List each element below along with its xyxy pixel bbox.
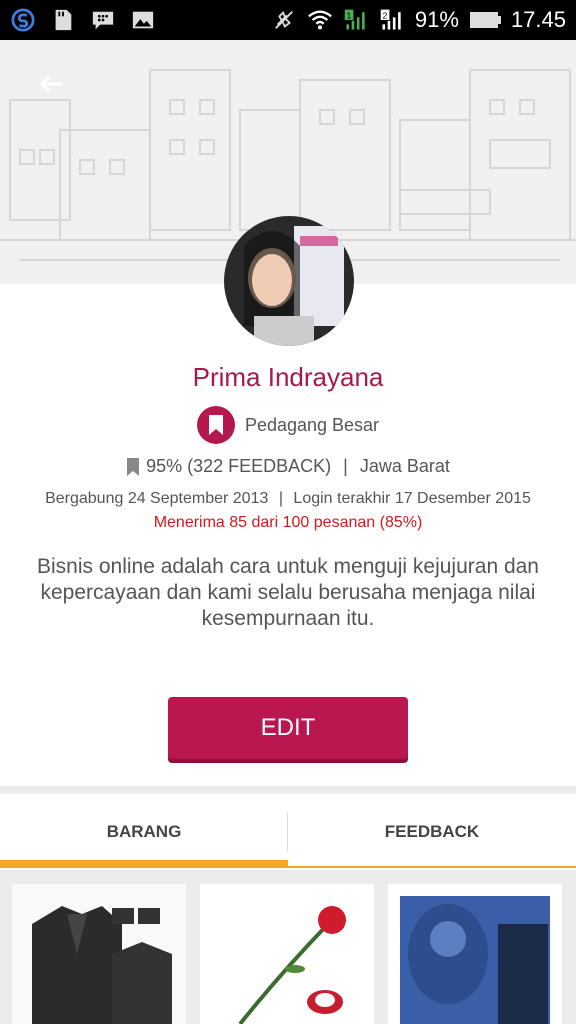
svg-text:1: 1 [346,10,351,20]
bbm-icon [92,11,114,30]
joined-date: Bergabung 24 September 2013 [45,490,269,507]
feedback-region-row: 95% (322 FEEDBACK) | Jawa Barat [0,456,576,477]
gallery-icon [132,11,154,29]
tab-bar: BARANG FEEDBACK [0,794,576,870]
product-image-rose [200,884,374,1024]
separator: | [343,456,348,476]
edit-button[interactable]: EDIT [168,697,408,759]
wifi-icon [308,10,332,30]
product-grid [0,876,576,1024]
mute-icon [274,10,293,29]
tab-barang[interactable]: BARANG [0,794,288,870]
battery-percent: 91% [414,7,459,32]
separator: | [278,490,283,507]
bookmark-icon [127,457,140,476]
product-card[interactable] [200,884,374,1024]
product-card[interactable] [388,884,562,1024]
avatar [224,216,354,346]
seller-level-label: Pedagang Besar [244,414,380,435]
signal-sim1-icon: 1 [344,9,365,30]
product-image-tshirt [388,884,562,1024]
feedback-score: 95% (322 FEEDBACK) [146,456,332,476]
clock: 17.45 [510,7,566,32]
sd-card-icon [55,9,72,31]
product-image-jacket [12,884,186,1024]
seller-level: Pedagang Besar [0,406,576,444]
signal-sim2-icon: 2 [380,9,401,30]
active-tab-indicator [0,860,288,868]
s-app-icon [11,8,35,32]
bookmark-badge-icon [196,406,235,444]
tab-underline [288,866,576,868]
profile-bio: Bisnis online adalah cara untuk menguji … [37,555,539,630]
back-arrow-icon[interactable] [32,64,72,104]
svg-text:2: 2 [382,10,387,20]
battery-icon [469,12,501,28]
last-login: Login terakhir 17 Desember 2015 [293,490,531,507]
order-acceptance: Menerima 85 dari 100 pesanan (85%) [153,514,423,531]
join-login-row: Bergabung 24 September 2013 | Login tera… [0,490,576,508]
region: Jawa Barat [359,456,450,476]
tab-feedback[interactable]: FEEDBACK [288,794,576,870]
product-card[interactable] [12,884,186,1024]
status-bar: 1 2 91% 17.45 [0,0,576,40]
profile-name: Prima Indrayana [192,362,384,392]
